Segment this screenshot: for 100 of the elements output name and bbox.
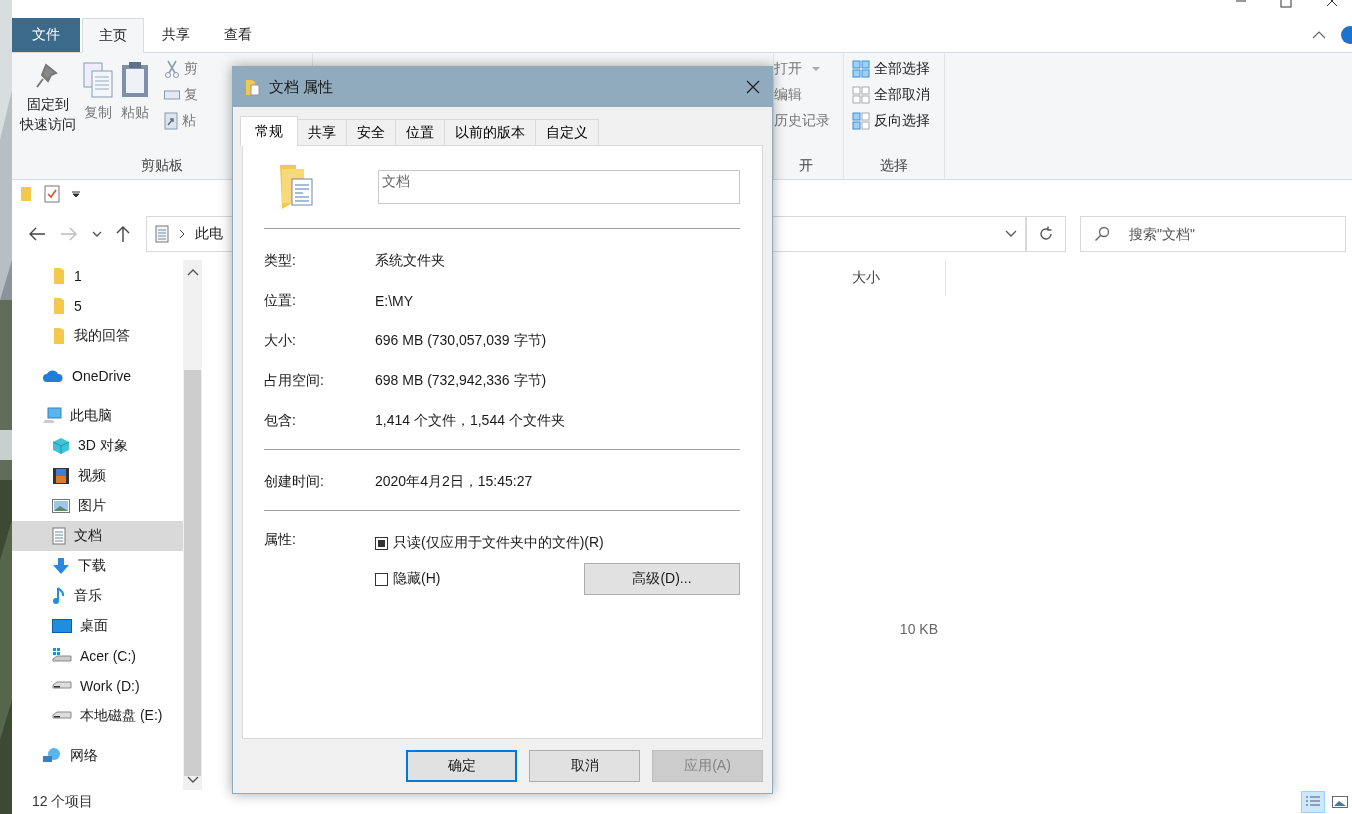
ribbon-small-button[interactable]: 编辑 [774,83,837,107]
system-drive-icon [52,647,72,665]
close-icon[interactable] [746,80,760,94]
folder-icon [52,327,66,345]
property-value: 2020年4月2日，15:45:27 [375,473,533,491]
drive-icon [52,681,72,691]
property-label: 包含: [264,412,297,430]
properties-icon[interactable] [44,185,60,203]
chevron-down-icon[interactable] [1005,230,1017,238]
property-label: 大小: [264,332,297,350]
folder-document-icon [278,163,314,211]
property-value: 698 MB (732,942,336 字节) [375,372,547,390]
dialog-title: 文档 属性 [269,77,334,97]
cube-icon [52,437,70,455]
back-arrow-icon[interactable] [28,227,46,241]
folder-icon [52,267,66,285]
property-value: 1,414 个文件，1,544 个文件夹 [375,412,565,430]
scroll-down-icon[interactable] [186,776,199,784]
monitor-icon [52,619,72,633]
property-value: E:\MY [375,293,414,309]
ribbon-small-button[interactable]: 全部取消 [850,83,938,107]
select-none-icon [852,86,870,104]
checkbox[interactable]: 隐藏(H) [375,570,441,588]
network-icon [42,747,62,765]
clipboard-icon [120,61,150,99]
refresh-button[interactable] [1026,216,1066,252]
chevron-right-icon [179,229,185,239]
dialog-button[interactable]: 确定 [406,750,517,782]
ribbon-small-button[interactable]: 剪 [162,57,200,81]
property-value: 系统文件夹 [375,252,445,270]
ribbon-small-button[interactable]: 历史记录 [774,109,837,133]
ribbon-small-button[interactable]: 打开 [774,57,837,81]
ribbon-small-button[interactable]: 粘 [162,109,200,133]
property-label: 创建时间: [264,473,325,491]
scrollbar[interactable] [183,260,202,790]
invert-selection-icon [852,112,870,130]
name-field[interactable]: 文档 [378,170,740,204]
scroll-up-icon[interactable] [186,268,199,276]
sidebar-item[interactable]: 视频 [12,461,183,491]
music-note-icon [52,587,66,605]
property-label: 位置: [264,292,297,310]
sidebar-item[interactable]: 1 [12,261,183,291]
property-value: 696 MB (730,057,039 字节) [375,332,547,350]
close-icon[interactable] [1326,0,1338,8]
up-arrow-icon[interactable] [116,225,130,243]
drive-icon [52,711,72,721]
document-icon [155,225,169,243]
dropdown-icon[interactable] [72,190,80,198]
sidebar-item[interactable]: 图片 [12,491,183,521]
ribbon-tab[interactable]: 文件 [12,18,80,52]
search-icon [1094,226,1110,242]
image-icon [1332,796,1348,808]
sidebar-item[interactable]: 下载 [12,551,183,581]
image-icon [52,499,70,513]
sidebar-item[interactable]: Work (D:) [12,671,183,701]
select-all-icon [852,60,870,78]
ribbon-small-button[interactable]: 全部选择 [850,57,938,81]
ribbon-small-button[interactable]: 复 [162,83,200,107]
document-icon [52,527,66,545]
sidebar-item[interactable]: 5 [12,291,183,321]
sidebar-item[interactable]: 网络 [12,741,183,771]
dialog-button[interactable]: 取消 [529,750,640,782]
sidebar-item[interactable]: 我的回答 [12,321,183,351]
sidebar-item[interactable]: 此电脑 [12,401,183,431]
search-field[interactable]: 搜索"文档" [1080,216,1346,252]
group-label: 开 [797,157,814,175]
ribbon-button[interactable]: 固定到 快速访问 [18,57,78,157]
sidebar-item[interactable]: Acer (C:) [12,641,183,671]
download-arrow-icon [52,557,70,575]
sidebar-item[interactable]: 3D 对象 [12,431,183,461]
sidebar-item[interactable]: OneDrive [12,361,183,391]
folder-icon [245,78,261,96]
sidebar-item[interactable]: 文档 [12,521,183,551]
group-label: 剪贴板 [140,157,184,175]
property-label: 属性: [264,531,297,549]
chevron-down-icon[interactable] [92,230,102,238]
ribbon-button[interactable]: 粘贴 [118,57,152,157]
sidebar-item[interactable]: 桌面 [12,611,183,641]
film-icon [52,467,70,485]
ribbon-small-button[interactable]: 反向选择 [850,109,938,133]
refresh-icon [1038,226,1054,242]
item-count: 12 个项目 [32,793,94,811]
sidebar-item[interactable]: 本地磁盘 (E:) [12,701,183,731]
collapse-ribbon-icon[interactable] [1312,30,1326,40]
folder-icon [52,297,66,315]
copy-icon [82,61,114,99]
dialog-tab[interactable]: 常规 [240,116,298,146]
ribbon-tab[interactable]: 主页 [82,18,144,53]
checkbox[interactable]: 只读(仅应用于文件夹中的文件)(R) [375,534,604,552]
shortcut-icon [164,112,178,130]
advanced-button[interactable]: 高级(D)... [584,563,740,595]
column-header[interactable]: 大小 [852,269,880,287]
property-label: 类型: [264,252,297,270]
help-icon[interactable] [1338,26,1352,44]
sidebar-item[interactable]: 音乐 [12,581,183,611]
computer-icon [42,407,62,425]
dialog-tab[interactable]: 自定义 [535,119,599,145]
table-cell: 10 KB [899,621,938,637]
maximize-icon[interactable] [1280,0,1292,8]
ribbon-button[interactable]: 复制 [80,57,116,157]
